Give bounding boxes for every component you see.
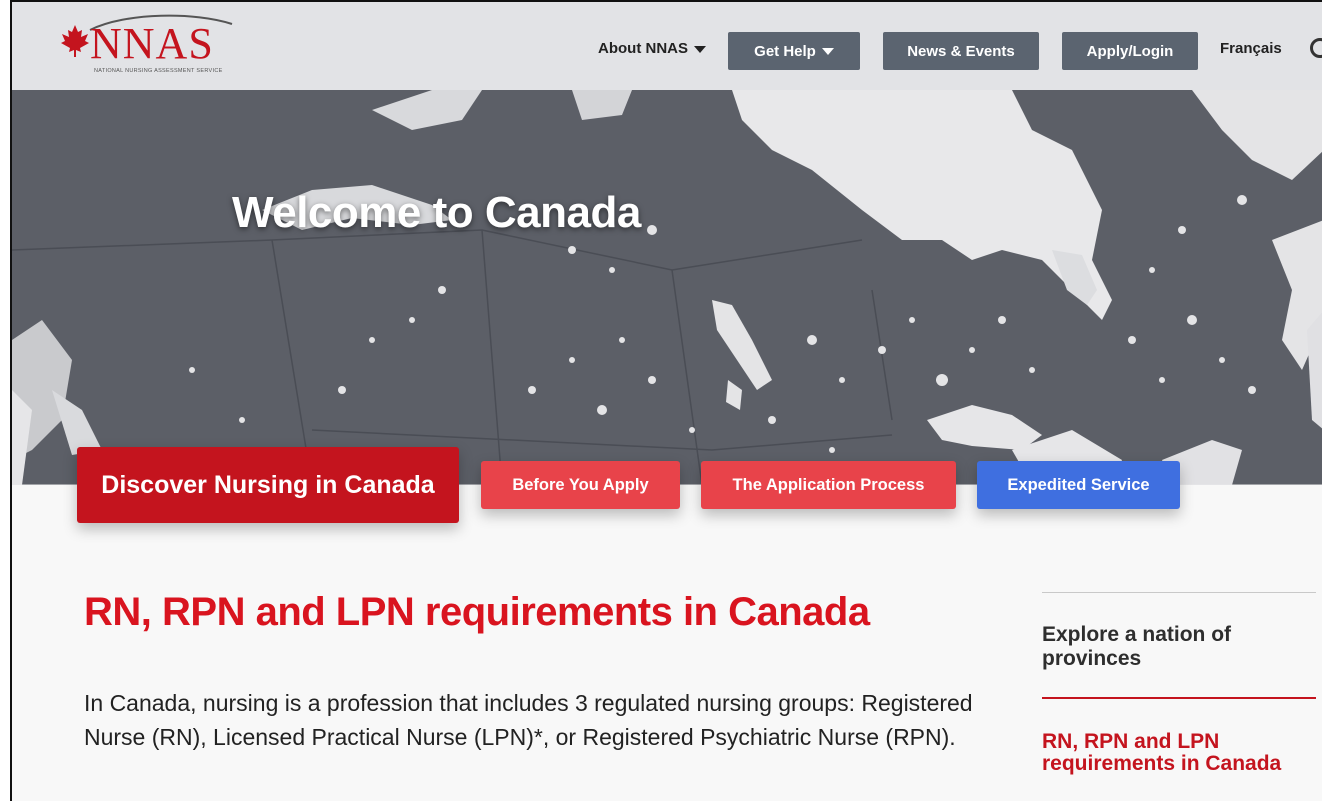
nnas-logo[interactable]: NNAS NATIONAL NURSING ASSESSMENT SERVICE — [60, 14, 240, 78]
tab-before-you-apply[interactable]: Before You Apply — [481, 461, 680, 509]
search-icon[interactable] — [1310, 38, 1322, 58]
nav-language-label: Français — [1220, 40, 1282, 57]
caret-down-icon — [694, 45, 706, 53]
tab-expedited-label: Expedited Service — [1007, 475, 1150, 494]
tab-discover-nursing[interactable]: Discover Nursing in Canada — [77, 447, 459, 523]
logo-tagline: NATIONAL NURSING ASSESSMENT SERVICE — [94, 68, 223, 74]
site-header: NNAS NATIONAL NURSING ASSESSMENT SERVICE… — [12, 2, 1322, 90]
logo-wordmark: NNAS — [90, 19, 214, 68]
nav-news-label: News & Events — [907, 42, 1015, 60]
nav-get-help-button[interactable]: Get Help — [728, 32, 860, 70]
nav-apply-label: Apply/Login — [1086, 42, 1174, 60]
sidebar-active-divider — [1042, 697, 1316, 699]
hero-title: Welcome to Canada — [232, 188, 641, 237]
tab-before-label: Before You Apply — [512, 475, 649, 494]
caret-down-icon — [821, 47, 834, 55]
intro-paragraph: In Canada, nursing is a profession that … — [84, 690, 973, 750]
nav-get-help-label: Get Help — [754, 42, 816, 60]
tab-discover-label: Discover Nursing in Canada — [101, 470, 435, 499]
hero-banner: Welcome to Canada — [12, 90, 1322, 485]
sidebar-divider — [1042, 592, 1316, 593]
sidebar-nav: Explore a nation of provinces RN, RPN an… — [1042, 592, 1316, 775]
nav-language-link[interactable]: Français — [1220, 40, 1282, 57]
canada-map-image — [12, 90, 1322, 485]
nav-about[interactable]: About NNAS — [598, 40, 706, 57]
nav-apply-button[interactable]: Apply/Login — [1062, 32, 1198, 70]
sidebar-item-explore-provinces[interactable]: Explore a nation of provinces — [1042, 623, 1316, 671]
sidebar-item-requirements[interactable]: RN, RPN and LPN requirements in Canada — [1042, 731, 1316, 775]
tab-process-label: The Application Process — [732, 475, 925, 494]
nav-news-button[interactable]: News & Events — [883, 32, 1039, 70]
tab-expedited-service[interactable]: Expedited Service — [977, 461, 1180, 509]
nav-about-label: About NNAS — [598, 40, 688, 57]
page-heading: RN, RPN and LPN requirements in Canada — [84, 590, 870, 634]
page-frame: NNAS NATIONAL NURSING ASSESSMENT SERVICE… — [10, 0, 1322, 801]
tab-application-process[interactable]: The Application Process — [701, 461, 956, 509]
